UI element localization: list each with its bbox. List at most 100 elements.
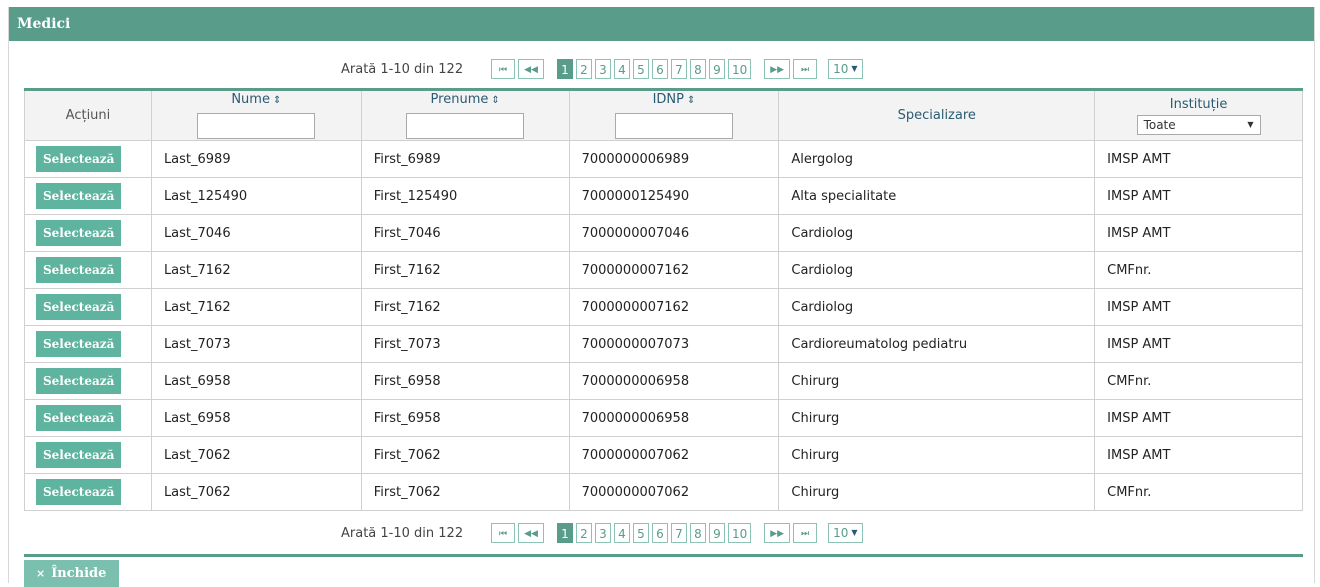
page-button-8[interactable]: 8 [689,59,706,79]
first-page-button[interactable]: ⏮ [491,59,516,79]
last-page-button[interactable]: ⏭ [793,59,818,79]
page-button-9[interactable]: 9 [708,523,725,543]
select-button[interactable]: Selectează [36,257,122,283]
page-button-1[interactable]: 1 [556,59,573,79]
page-button-3[interactable]: 3 [594,523,611,543]
page-button-5[interactable]: 5 [632,523,649,543]
institutie-value: CMFnr. [1107,373,1152,389]
cell-actions: Selectează [24,325,152,363]
nume-value: Last_7162 [163,262,231,278]
column-prenume[interactable]: Prenume ⇕ [360,89,570,141]
prenume-value: First_7073 [373,336,441,352]
page-size-select[interactable]: 10 ▼ [828,523,863,543]
cell-nume: Last_7062 [150,436,362,474]
cell-actions: Selectează [24,214,152,252]
page-button-7[interactable]: 7 [670,59,687,79]
sort-icon[interactable]: ⇕ [491,95,499,106]
sort-icon[interactable]: ⇕ [273,95,281,106]
select-button[interactable]: Selectează [36,294,122,320]
page-button-2[interactable]: 2 [575,523,592,543]
table-row: Selectează Last_7062 First_7062 70000000070… [24,436,1303,474]
cell-specializare: Chirurg [778,436,1096,474]
column-nume[interactable]: Nume ⇕ [150,89,362,141]
page-button-5[interactable]: 5 [632,59,649,79]
cell-idnp: 7000000006989 [568,140,780,178]
select-button[interactable]: Selectează [36,479,122,505]
page-button-1[interactable]: 1 [556,523,573,543]
select-button[interactable]: Selectează [36,220,122,246]
column-nume-label[interactable]: Nume ⇕ [152,92,361,107]
column-actions: Acțiuni [24,89,152,141]
cell-nume: Last_6989 [150,140,362,178]
table-row: Selectează Last_7062 First_7062 70000000070… [24,473,1303,511]
first-page-button[interactable]: ⏮ [491,523,516,543]
cell-idnp: 7000000007046 [568,214,780,252]
idnp-filter-input[interactable] [614,113,733,139]
cell-specializare: Alta specialitate [778,177,1096,215]
idnp-value: 7000000125490 [581,188,690,204]
prev-page-button[interactable]: ◀◀ [518,59,544,79]
page-button-6[interactable]: 6 [651,59,668,79]
nume-value: Last_6958 [163,410,231,426]
page-button-7[interactable]: 7 [670,523,687,543]
page-size-select[interactable]: 10 ▼ [828,59,863,79]
select-button[interactable]: Selectează [36,183,122,209]
footer-divider [24,554,1303,557]
cell-actions: Selectează [24,436,152,474]
column-institutie-label: Instituție [1169,96,1228,112]
cell-institutie: IMSP AMT [1094,214,1303,252]
prenume-value: First_6989 [373,151,441,167]
institutie-value: IMSP AMT [1107,151,1171,167]
cell-actions: Selectează [24,362,152,400]
nume-value: Last_6989 [163,151,231,167]
page-button-4[interactable]: 4 [613,59,630,79]
page-button-10[interactable]: 10 [727,523,752,543]
column-prenume-label[interactable]: Prenume ⇕ [362,92,569,107]
page-button-4[interactable]: 4 [613,523,630,543]
column-idnp[interactable]: IDNP ⇕ [568,89,780,141]
idnp-value: 7000000007162 [581,262,690,278]
nume-filter-input[interactable] [197,113,316,139]
cell-institutie: CMFnr. [1094,251,1303,289]
select-button[interactable]: Selectează [36,331,122,357]
select-button[interactable]: Selectează [36,146,122,172]
select-button[interactable]: Selectează [36,405,122,431]
table-row: Selectează Last_7162 First_7162 70000000071… [24,288,1303,326]
next-page-button[interactable]: ▶▶ [764,59,791,79]
cell-nume: Last_6958 [150,362,362,400]
select-button[interactable]: Selectează [36,368,122,394]
specializare-value: Chirurg [791,484,840,500]
cell-prenume: First_7162 [360,288,570,326]
page-button-9[interactable]: 9 [708,59,725,79]
cell-nume: Last_7046 [150,214,362,252]
prenume-value: First_7062 [373,447,441,463]
last-page-button[interactable]: ⏭ [793,523,818,543]
prenume-value: First_6958 [373,373,441,389]
table-row: Selectează Last_7073 First_7073 70000000070… [24,325,1303,363]
sort-icon[interactable]: ⇕ [687,95,695,106]
page-button-10[interactable]: 10 [727,59,752,79]
cell-specializare: Cardiolog [778,214,1096,252]
prenume-filter-input[interactable] [406,113,525,139]
institutie-value: CMFnr. [1107,262,1152,278]
pager-top: Arată 1-10 din 122 ⏮ ◀◀ 1 2 3 4 5 6 7 8 9 10 ▶▶ ⏭ 10 ▼ [341,56,863,82]
select-button[interactable]: Selectează [36,442,122,468]
page-button-6[interactable]: 6 [651,523,668,543]
medici-dialog: Medici Arată 1-10 din 122 ⏮ ◀◀ 1 2 3 4 5 6 7 8 9 10 ▶… [8,7,1315,587]
specializare-value: Alergolog [791,151,854,167]
cell-institutie: CMFnr. [1094,362,1303,400]
page-button-3[interactable]: 3 [594,59,611,79]
column-idnp-label[interactable]: IDNP ⇕ [570,92,779,107]
prev-page-button[interactable]: ◀◀ [518,523,544,543]
chevron-down-icon: ▼ [1247,120,1254,129]
pager-info: Arată 1-10 din 122 [341,525,464,541]
next-page-button[interactable]: ▶▶ [764,523,791,543]
institutie-filter-select[interactable]: Toate ▼ [1136,114,1261,135]
idnp-value: 7000000007062 [581,447,690,463]
cell-institutie: IMSP AMT [1094,399,1303,437]
page-button-2[interactable]: 2 [575,59,592,79]
chevron-down-icon: ▼ [851,528,858,537]
page-button-8[interactable]: 8 [689,523,706,543]
cell-nume: Last_6958 [150,399,362,437]
prenume-value: First_7062 [373,484,441,500]
